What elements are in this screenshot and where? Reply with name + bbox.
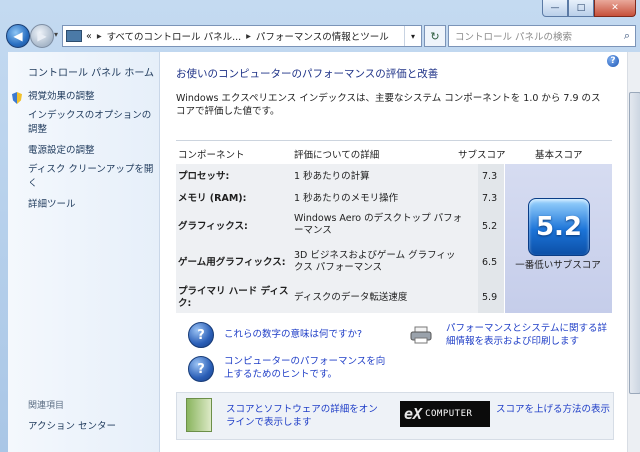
help-icon[interactable]: ? bbox=[607, 55, 619, 67]
base-score-label: 一番低いサブスコア bbox=[515, 260, 601, 271]
search-icon[interactable]: ⌕ bbox=[619, 29, 635, 43]
row-memory-subscore: 7.3 bbox=[482, 193, 498, 204]
related-section-title: 関連項目 bbox=[28, 401, 65, 411]
window-controls: — □ ✕ bbox=[542, 0, 636, 17]
subscore-column-background bbox=[478, 164, 504, 313]
page-title: お使いのコンピューターのパフォーマンスの評価と改善 bbox=[176, 68, 439, 80]
link-raise-score[interactable]: スコアを上げる方法の表示 bbox=[496, 403, 610, 416]
link-score-meaning[interactable]: これらの数字の意味は何ですか? bbox=[224, 328, 362, 341]
header-basescore: 基本スコア bbox=[535, 150, 583, 161]
maximize-button[interactable]: □ bbox=[568, 0, 594, 17]
software-box-icon bbox=[186, 398, 212, 432]
forward-button[interactable]: ▶ bbox=[30, 24, 54, 48]
sidebar-item-action-center[interactable]: アクション センター bbox=[28, 418, 116, 432]
question-icon: ? bbox=[188, 356, 214, 382]
refresh-button[interactable]: ↻ bbox=[424, 25, 446, 47]
intro-text: Windows エクスペリエンス インデックスは、主要なシステム コンポーネント… bbox=[176, 93, 601, 117]
row-graphics-subscore: 5.2 bbox=[482, 221, 498, 232]
row-processor-detail: 1 秒あたりの計算 bbox=[294, 171, 370, 182]
link-performance-tips[interactable]: コンピューターのパフォーマンスを向上するためのヒントです。 bbox=[224, 355, 394, 381]
excomputer-logo: eX COMPUTER bbox=[400, 401, 490, 427]
row-processor-component: プロセッサ: bbox=[178, 171, 230, 182]
row-graphics-component: グラフィックス: bbox=[178, 221, 248, 232]
sidebar-item-power-settings[interactable]: 電源設定の調整 bbox=[28, 144, 156, 158]
row-hard-disk-component: プライマリ ハード ディスク: bbox=[178, 286, 289, 309]
breadcrumb-all-items[interactable]: すべてのコントロール パネル... bbox=[107, 29, 242, 43]
address-separator: ▸ bbox=[96, 30, 102, 42]
row-gaming-graphics-component: ゲーム用グラフィックス: bbox=[178, 257, 286, 268]
scrollbar[interactable] bbox=[627, 52, 640, 452]
row-gaming-graphics-detail: 3D ビジネスおよびゲーム グラフィックス パフォーマンス bbox=[294, 250, 456, 273]
back-button[interactable]: ◀ bbox=[6, 24, 30, 48]
base-score-badge: 5.2 bbox=[528, 198, 590, 256]
question-icon: ? bbox=[188, 322, 214, 348]
scrollbar-thumb[interactable] bbox=[629, 92, 640, 394]
sidebar-item-disk-cleanup[interactable]: ディスク クリーンアップを開く bbox=[28, 163, 156, 191]
address-bar[interactable]: « ▸ すべてのコントロール パネル... ▸ パフォーマンスの情報とツール ▾ bbox=[62, 25, 422, 47]
sidebar-home-link[interactable]: コントロール パネル ホーム bbox=[28, 64, 154, 79]
header-component: コンポーネント bbox=[178, 150, 245, 161]
search-input[interactable]: コントロール パネルの検索 bbox=[455, 29, 619, 43]
row-gaming-graphics-subscore: 6.5 bbox=[482, 257, 498, 268]
sidebar-item-visual-effects[interactable]: 視覚効果の調整 bbox=[28, 90, 156, 104]
header-subscore: サブスコア bbox=[458, 150, 506, 161]
row-graphics-detail: Windows Aero のデスクトップ パフォーマンス bbox=[294, 213, 463, 236]
link-print-details[interactable]: パフォーマンスとシステムに関する詳細情報を表示および印刷します bbox=[446, 322, 612, 348]
row-memory-component: メモリ (RAM): bbox=[178, 193, 247, 204]
minimize-button[interactable]: — bbox=[542, 0, 568, 17]
address-lead[interactable]: « bbox=[86, 31, 92, 42]
row-memory-detail: 1 秒あたりのメモリ操作 bbox=[294, 193, 399, 204]
sidebar-item-index-options[interactable]: インデックスのオプションの調整 bbox=[28, 109, 156, 137]
row-processor-subscore: 7.3 bbox=[482, 171, 498, 182]
header-detail: 評価についての詳細 bbox=[294, 150, 380, 161]
logo-ex-text: eX bbox=[404, 405, 423, 423]
close-button[interactable]: ✕ bbox=[594, 0, 636, 17]
search-box[interactable]: コントロール パネルの検索 ⌕ bbox=[448, 25, 636, 47]
breadcrumb-performance[interactable]: パフォーマンスの情報とツール bbox=[256, 29, 389, 43]
table-top-divider bbox=[176, 140, 612, 141]
row-hard-disk-detail: ディスクのデータ転送速度 bbox=[294, 292, 408, 303]
recent-pages-dropdown-icon[interactable]: ▾ bbox=[54, 30, 58, 39]
sidebar-item-advanced-tools[interactable]: 詳細ツール bbox=[28, 198, 156, 212]
navigation-bar: ◀ ▶ ▾ « ▸ すべてのコントロール パネル... ▸ パフォーマンスの情報… bbox=[0, 22, 640, 50]
address-dropdown-icon[interactable]: ▾ bbox=[404, 26, 421, 46]
title-bar: — □ ✕ bbox=[0, 0, 640, 20]
row-hard-disk-subscore: 5.9 bbox=[482, 292, 498, 303]
logo-computer-text: COMPUTER bbox=[425, 409, 473, 419]
address-separator: ▸ bbox=[246, 30, 251, 42]
control-panel-icon bbox=[66, 30, 82, 42]
printer-icon bbox=[410, 326, 432, 344]
link-online-details[interactable]: スコアとソフトウェアの詳細をオンラインで表示します bbox=[226, 403, 386, 429]
